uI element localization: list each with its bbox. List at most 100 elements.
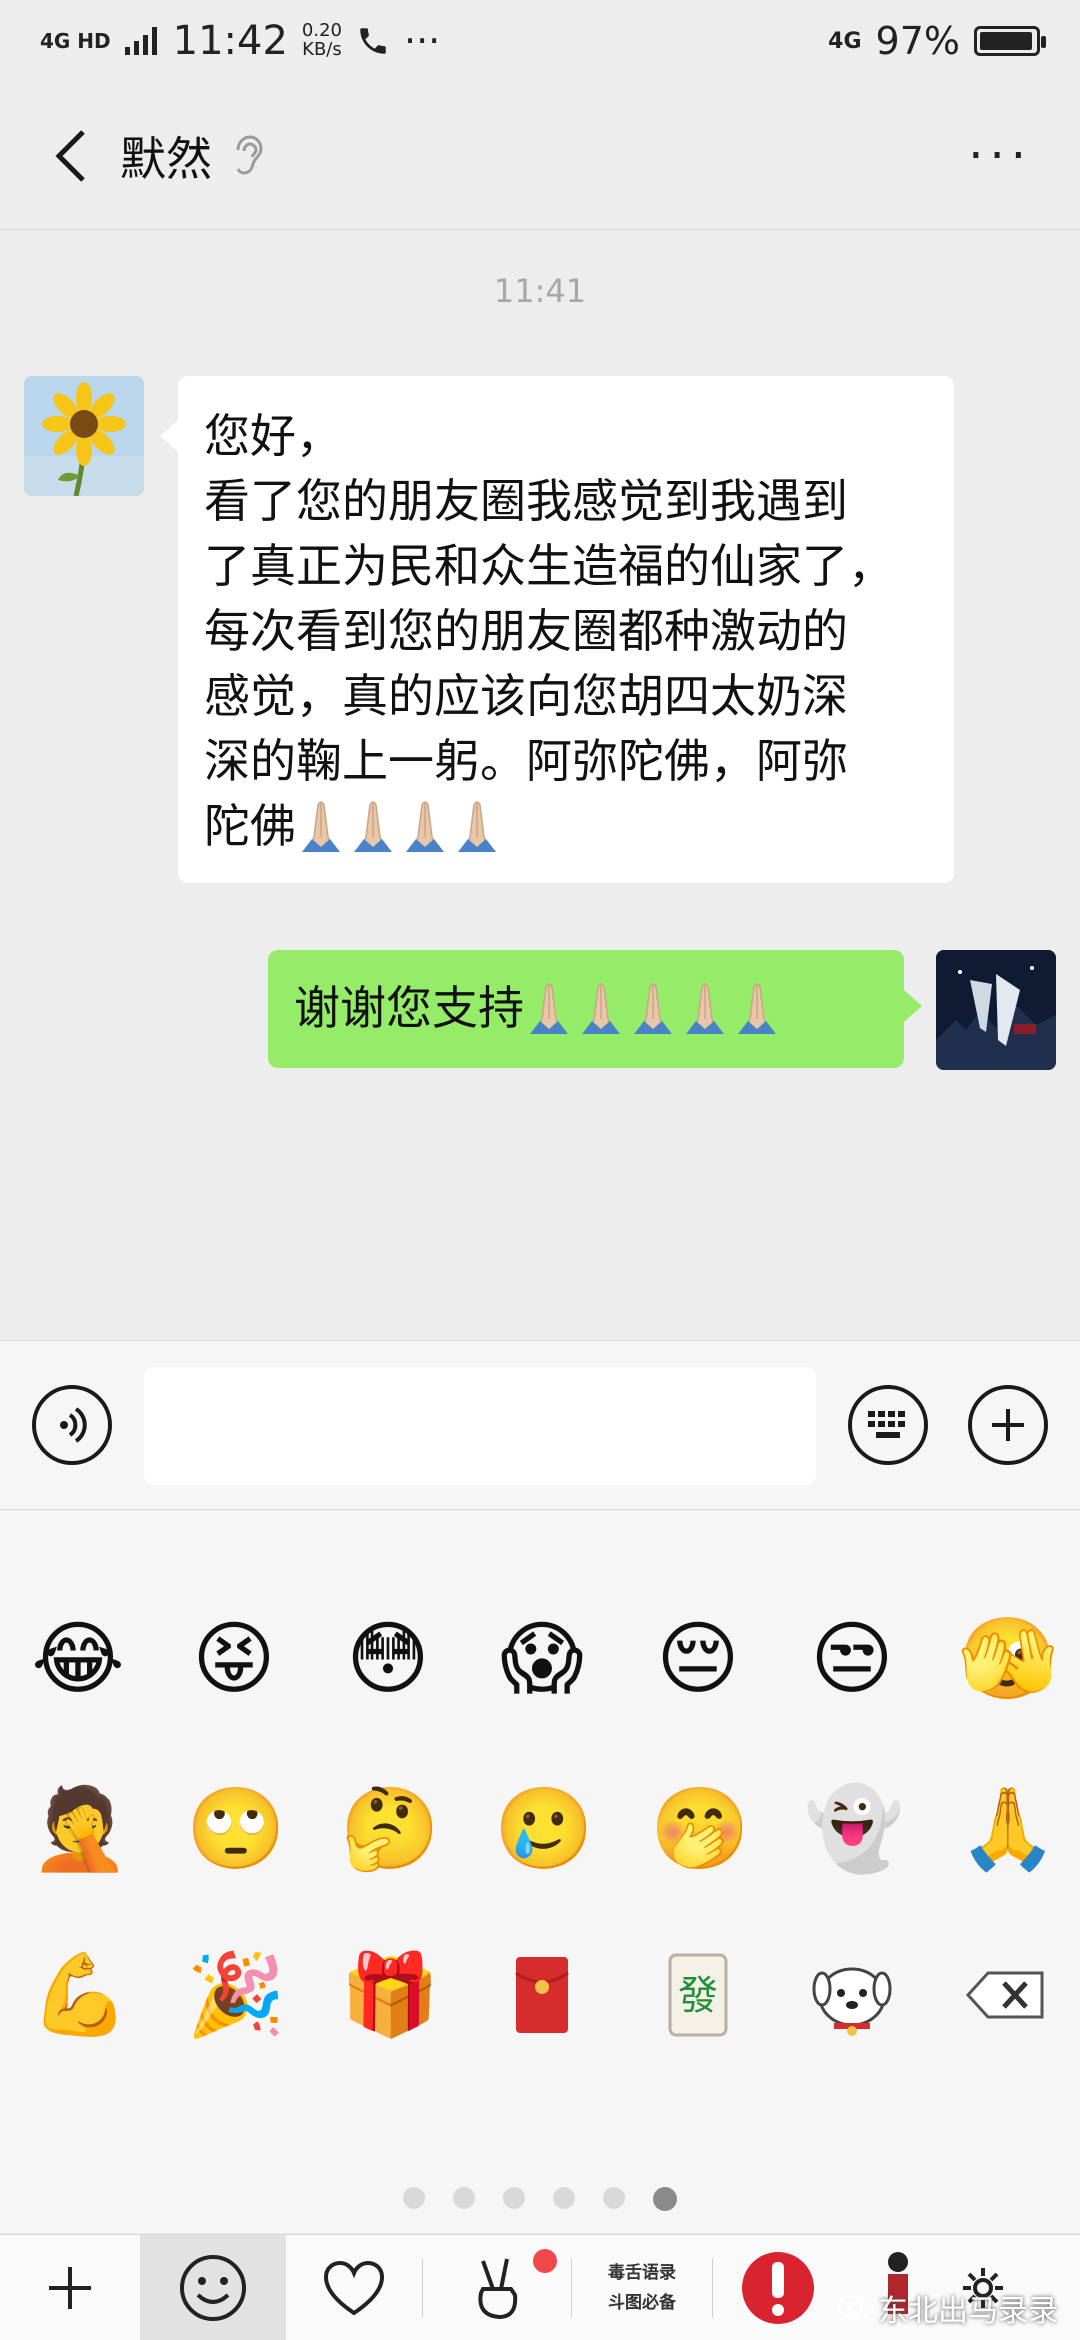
message-line: 您好， <box>204 409 342 463</box>
exclamation-icon <box>742 2251 814 2324</box>
wechat-official-account-icon <box>836 2294 870 2321</box>
message-text: 谢谢您支持 <box>294 981 524 1035</box>
emoji-item[interactable]: 😂 <box>30 1611 126 1707</box>
praying-hands-icon <box>458 801 496 852</box>
tab-sticker-hand[interactable] <box>423 2235 571 2340</box>
emoji-item[interactable]: 😱 <box>494 1611 590 1707</box>
praying-hands-icon <box>354 801 392 852</box>
backspace-icon[interactable] <box>958 1947 1054 2043</box>
praying-hands-icon <box>530 983 568 1034</box>
message-line: 深的鞠上一躬。阿弥陀佛，阿弥 <box>204 734 848 788</box>
emoji-item[interactable]: 😝 <box>186 1611 282 1707</box>
sticker-pack-label: 毒舌语录 斗图必备 <box>608 2258 676 2318</box>
chevron-left-icon <box>55 129 85 182</box>
page-dot[interactable] <box>403 2187 425 2209</box>
message-line: 了真正为民和众生造福的仙家了， <box>204 539 894 593</box>
dog-face-icon <box>812 1967 892 2036</box>
emoji-panel: 😂 😝 😳 😱 😔 😒 🫣 🤦 🙄 🤔 🥲 🤭 👻 🙏 💪 🎉 🎁 發 <box>0 1511 1080 2233</box>
more-functions-button[interactable] <box>968 1385 1048 1465</box>
contact-avatar[interactable] <box>24 376 144 496</box>
backspace-button[interactable] <box>958 1947 1054 2043</box>
plus-icon <box>992 1409 1024 1441</box>
voice-input-button[interactable] <box>32 1385 112 1465</box>
praying-hands-icon <box>634 983 672 1034</box>
heart-icon <box>323 2260 385 2315</box>
keyboard-icon <box>868 1411 905 1438</box>
page-dot[interactable] <box>553 2187 575 2209</box>
signal-icon <box>124 27 157 55</box>
outgoing-message-bubble[interactable]: 谢谢您支持 <box>268 950 922 1068</box>
emoji-item[interactable]: 🥲 <box>494 1781 594 1877</box>
emoji-row: 🤦 🙄 🤔 🥲 🤭 👻 🙏 <box>0 1781 1080 1891</box>
status-bar: 4G HD 11:42 0.20 KB/s ··· 4G 97% <box>0 0 1080 82</box>
emoji-item[interactable] <box>804 1947 900 2043</box>
emoji-item[interactable]: 🎉 <box>186 1947 286 2043</box>
chat-title: 默然 <box>120 131 212 186</box>
emoji-item[interactable]: 😳 <box>340 1611 436 1707</box>
emoji-item[interactable]: 😔 <box>650 1611 746 1707</box>
message-line: 感觉，真的应该向您胡四太奶深 <box>204 669 848 723</box>
network-speed: 0.20 KB/s <box>302 21 342 60</box>
dark-poster-avatar-image <box>936 950 1056 1070</box>
praying-hands-icon <box>406 801 444 852</box>
emoji-item[interactable]: 發 <box>650 1947 746 2043</box>
mahjong-fa-tile-icon: 發 <box>668 1953 728 2037</box>
emoji-item[interactable]: 🙄 <box>186 1781 286 1877</box>
emoji-item[interactable]: 🫣 <box>958 1611 1058 1707</box>
network-speed-unit: KB/s <box>302 39 342 60</box>
back-button[interactable] <box>40 126 100 186</box>
emoji-item[interactable]: 💪 <box>30 1947 130 2043</box>
emoji-item[interactable]: 🎁 <box>340 1947 440 2043</box>
status-time: 11:42 <box>172 18 288 64</box>
message-line-last: 陀佛 <box>204 794 930 859</box>
sticker-pack-line2: 斗图必备 <box>608 2292 676 2313</box>
emoji-item[interactable]: 🤔 <box>340 1781 440 1877</box>
praying-hands-icon <box>686 983 724 1034</box>
page-dot[interactable] <box>453 2187 475 2209</box>
praying-hands-icon <box>738 983 776 1034</box>
battery-fill <box>980 32 1033 50</box>
page-dot[interactable] <box>503 2187 525 2209</box>
page-dot[interactable] <box>603 2187 625 2209</box>
plus-icon <box>49 2266 91 2309</box>
message-line: 每次看到您的朋友圈都种激动的 <box>204 604 848 658</box>
tab-emoji[interactable] <box>140 2234 286 2340</box>
tab-sticker-pack[interactable]: 毒舌语录 斗图必备 <box>572 2235 712 2340</box>
emoji-item[interactable]: 🤦 <box>30 1781 130 1877</box>
victory-hand-icon <box>478 2258 518 2319</box>
sticker-pack-line1: 毒舌语录 <box>608 2262 676 2283</box>
message-text-input[interactable] <box>144 1367 816 1485</box>
message-line-text: 陀佛 <box>204 799 296 853</box>
incoming-message-bubble[interactable]: 您好， 看了您的朋友圈我感觉到我遇到 了真正为民和众生造福的仙家了， 每次看到您… <box>160 376 954 883</box>
watermark-text: 东北出马录录 <box>878 2294 1058 2329</box>
earpiece-mode-icon <box>236 134 263 175</box>
add-sticker-button[interactable] <box>0 2235 140 2340</box>
emoji-row: 😂 😝 😳 😱 😔 😒 🫣 <box>0 1611 1080 1721</box>
emoji-item[interactable]: 🤭 <box>650 1781 750 1877</box>
praying-hands-emojis <box>296 799 504 853</box>
more-options-button[interactable]: ··· <box>968 128 1032 184</box>
network-indicator: 4G HD <box>40 29 111 53</box>
emoji-item[interactable] <box>494 1947 590 2043</box>
page-dot-active[interactable] <box>653 2187 677 2211</box>
voice-icon <box>60 1407 87 1443</box>
battery-percent: 97% <box>875 19 960 63</box>
praying-hands-icon <box>582 983 620 1034</box>
praying-hands-emojis <box>524 981 784 1035</box>
emoji-item[interactable]: 😒 <box>804 1611 900 1707</box>
smiley-face-icon <box>180 2254 246 2321</box>
message-line: 看了您的朋友圈我感觉到我遇到 <box>204 474 848 528</box>
sunflower-avatar-image <box>24 376 144 496</box>
emoji-item[interactable]: 🙏 <box>958 1781 1058 1877</box>
network-indicator-right: 4G <box>828 28 862 54</box>
tab-sticker-alert[interactable] <box>713 2235 843 2340</box>
phone-icon <box>360 28 386 54</box>
svg-text:發: 發 <box>678 1973 718 2019</box>
emoji-item[interactable]: 👻 <box>804 1781 904 1877</box>
tab-favorites[interactable] <box>286 2235 422 2340</box>
page-indicator <box>0 2187 1080 2211</box>
self-avatar[interactable] <box>936 950 1056 1070</box>
praying-hands-icon <box>302 801 340 852</box>
keyboard-toggle-button[interactable] <box>848 1385 928 1465</box>
chat-header: 默然 ··· <box>0 82 1080 230</box>
